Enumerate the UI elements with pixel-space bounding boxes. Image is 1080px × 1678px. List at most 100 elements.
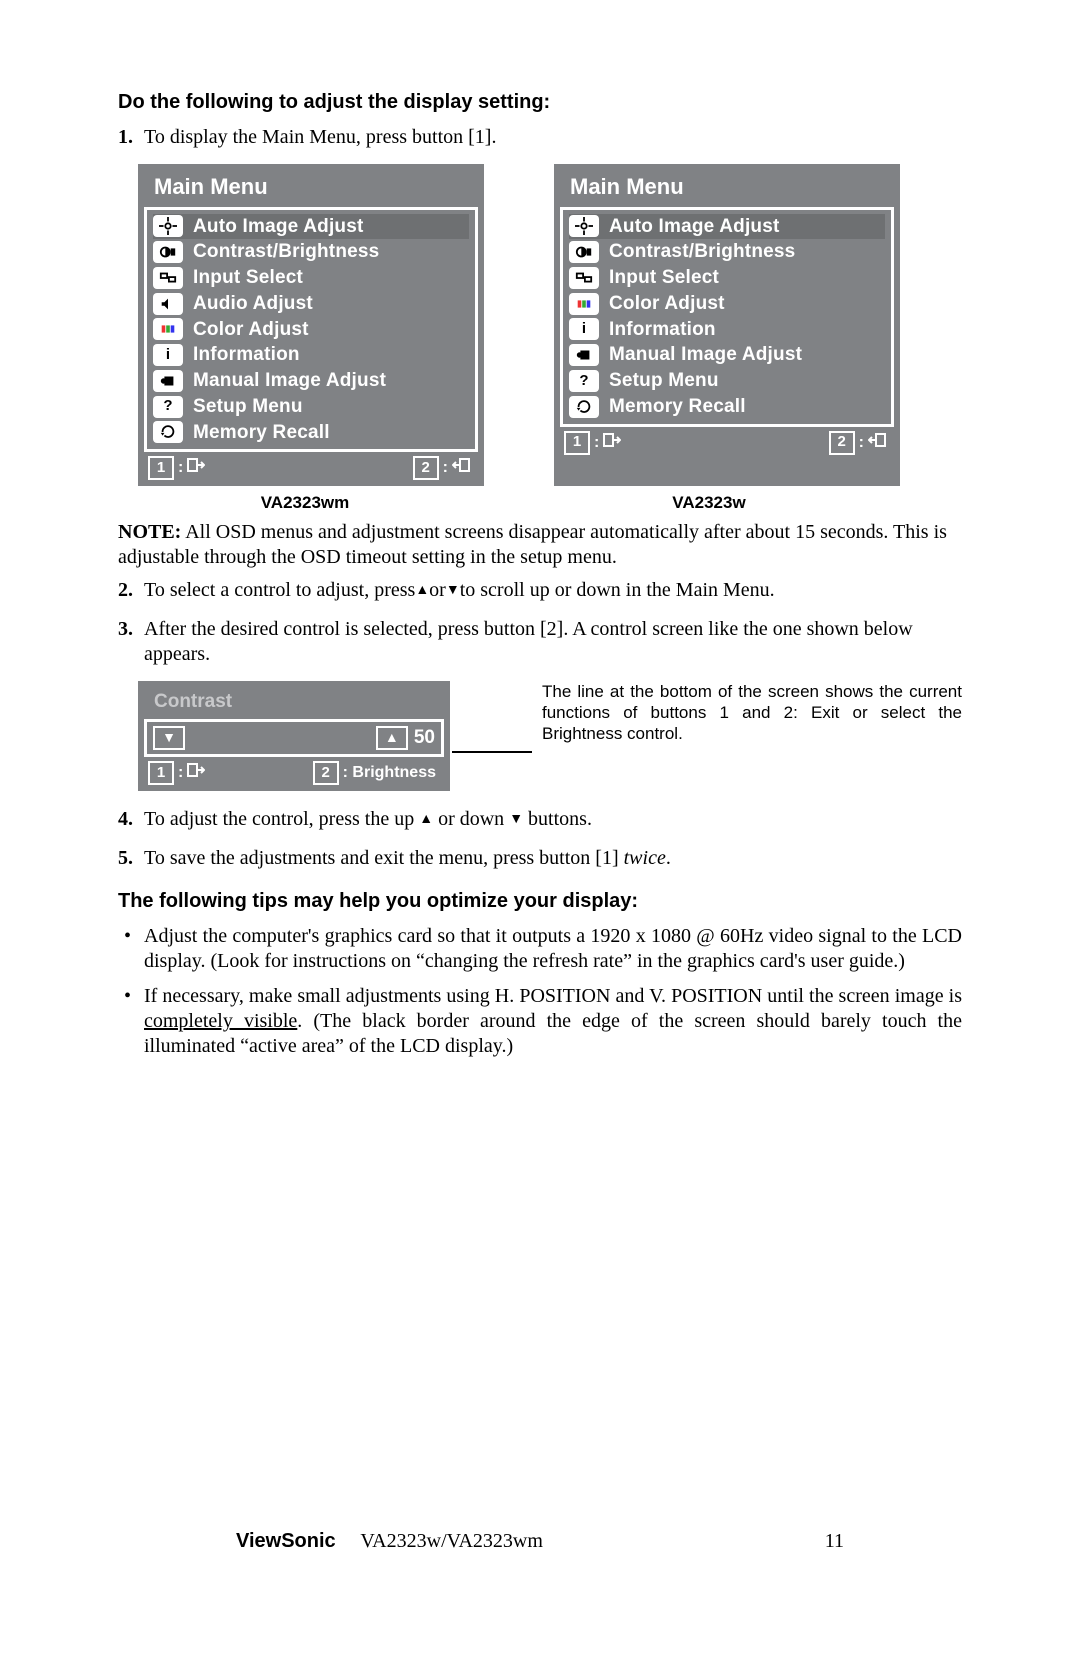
manual-image-icon (153, 370, 183, 392)
osd-main-menu-w: Main Menu Auto Image Adjust Contrast/Bri… (554, 164, 900, 486)
step-5-text-italic: twice (624, 847, 666, 869)
note-paragraph: NOTE: All OSD menus and adjustment scree… (118, 520, 962, 570)
osd-button-2-hint: 2 : (413, 456, 470, 480)
osd-item-label: Contrast/Brightness (609, 240, 795, 264)
osd-item-label: Color Adjust (609, 292, 725, 316)
bullet-icon: • (124, 984, 144, 1059)
menu-captions: VA2323wm VA2323w (138, 492, 962, 513)
step-2-text-a: To select a control to adjust, press (144, 579, 415, 601)
step-3: 3. After the desired control is selected… (118, 617, 962, 667)
step-2-text-b: or (429, 579, 446, 601)
step-1-number: 1. (118, 125, 144, 150)
button-1-label: 1 (148, 761, 174, 785)
contrast-block: Contrast ▼ ▲ 50 1 : 2 : Brightness The l… (118, 681, 962, 792)
osd-title: Main Menu (560, 170, 894, 207)
step-5: 5. To save the adjustments and exit the … (118, 846, 962, 871)
step-4-text: To adjust the control, press the up ▲ or… (144, 807, 592, 832)
osd-item-label: Setup Menu (609, 369, 719, 393)
button-2-label: 2 (313, 761, 339, 785)
input-select-icon (153, 267, 183, 289)
exit-icon (187, 763, 205, 783)
input-select-icon (569, 267, 599, 289)
menu-screenshots-row: Main Menu Auto Image Adjust Contrast/Bri… (138, 164, 962, 486)
osd-item-color-adjust: Color Adjust (569, 291, 885, 317)
osd-item-memory-recall: Memory Recall (153, 420, 469, 446)
button-2-label: 2 (413, 456, 439, 480)
osd-item-label: Audio Adjust (193, 292, 313, 316)
osd-item-label: Memory Recall (609, 395, 746, 419)
down-triangle-icon: ▼ (509, 811, 523, 829)
button-2-label: 2 (829, 431, 855, 455)
up-triangle-icon: ▲ (419, 811, 433, 829)
osd-item-label: Auto Image Adjust (609, 215, 780, 239)
down-triangle-icon: ▼ (446, 582, 460, 600)
callout-line (452, 751, 532, 753)
setup-icon: ? (569, 370, 599, 392)
osd-item-manual-image: Manual Image Adjust (569, 342, 885, 368)
info-icon: i (153, 344, 183, 366)
recall-icon (569, 396, 599, 418)
footer-left: ViewSonic VA2323w/VA2323wm (236, 1529, 543, 1554)
osd-item-label: Information (193, 343, 300, 367)
osd-body: Auto Image Adjust Contrast/Brightness In… (144, 207, 478, 453)
step-1: 1. To display the Main Menu, press butto… (118, 125, 962, 150)
osd-button-1-hint: 1 : (148, 456, 205, 480)
colon: : (594, 433, 599, 453)
note-label: NOTE: (118, 521, 181, 543)
osd-item-audio-adjust: Audio Adjust (153, 291, 469, 317)
color-adjust-icon (153, 318, 183, 340)
step-4-text-a: To adjust the control, press the up (144, 808, 419, 830)
brightness-label: : Brightness (343, 763, 436, 783)
step-2: 2. To select a control to adjust, press▲… (118, 578, 962, 603)
step-4: 4. To adjust the control, press the up ▲… (118, 807, 962, 832)
osd-item-input-select: Input Select (569, 265, 885, 291)
tip-1: • Adjust the computer's graphics card so… (124, 924, 962, 974)
contrast-callout-text: The line at the bottom of the screen sho… (542, 681, 962, 745)
osd-item-label: Input Select (609, 266, 719, 290)
target-icon (153, 215, 183, 237)
bullet-icon: • (124, 924, 144, 974)
contrast-title: Contrast (144, 687, 444, 720)
step-5-number: 5. (118, 846, 144, 871)
colon: : (443, 458, 448, 478)
info-icon: i (569, 318, 599, 340)
osd-item-information: i Information (153, 342, 469, 368)
enter-icon (452, 458, 470, 478)
step-3-number: 3. (118, 617, 144, 667)
step-4-text-c: buttons. (523, 808, 592, 830)
osd-item-setup-menu: ? Setup Menu (153, 394, 469, 420)
osd-title: Main Menu (144, 170, 478, 207)
osd-item-label: Setup Menu (193, 395, 303, 419)
osd-item-label: Contrast/Brightness (193, 240, 379, 264)
footer-brand: ViewSonic (236, 1530, 336, 1552)
osd-item-manual-image: Manual Image Adjust (153, 368, 469, 394)
osd-item-label: Color Adjust (193, 318, 309, 342)
exit-icon (603, 433, 621, 453)
up-triangle-icon: ▲ (415, 582, 429, 600)
step-2-text-c: to scroll up or down in the Main Menu. (460, 579, 775, 601)
contrast-body: ▼ ▲ 50 (144, 719, 444, 757)
osd-item-label: Input Select (193, 266, 303, 290)
caption-wm: VA2323wm (138, 492, 472, 513)
caption-w: VA2323w (542, 492, 876, 513)
contrast-icon (153, 241, 183, 263)
manual-image-icon (569, 344, 599, 366)
tip-1-text: Adjust the computer's graphics card so t… (144, 924, 962, 974)
osd-item-memory-recall: Memory Recall (569, 394, 885, 420)
tips-heading: The following tips may help you optimize… (118, 889, 962, 914)
tip-2-underlined: completely visible (144, 1010, 297, 1032)
contrast-value: 50 (414, 726, 435, 750)
recall-icon (153, 421, 183, 443)
section-heading: Do the following to adjust the display s… (118, 90, 962, 115)
button-1-label: 1 (564, 431, 590, 455)
osd-item-contrast: Contrast/Brightness (569, 239, 885, 265)
osd-item-label: Manual Image Adjust (609, 343, 802, 367)
osd-item-input-select: Input Select (153, 265, 469, 291)
osd-item-color-adjust: Color Adjust (153, 317, 469, 343)
step-5-text: To save the adjustments and exit the men… (144, 846, 671, 871)
contrast-value-box: ▲ 50 (376, 726, 435, 750)
colon: : (178, 458, 183, 478)
osd-item-auto-image-adjust: Auto Image Adjust (569, 214, 885, 240)
osd-item-label: Auto Image Adjust (193, 215, 364, 239)
step-3-text: After the desired control is selected, p… (144, 617, 962, 667)
